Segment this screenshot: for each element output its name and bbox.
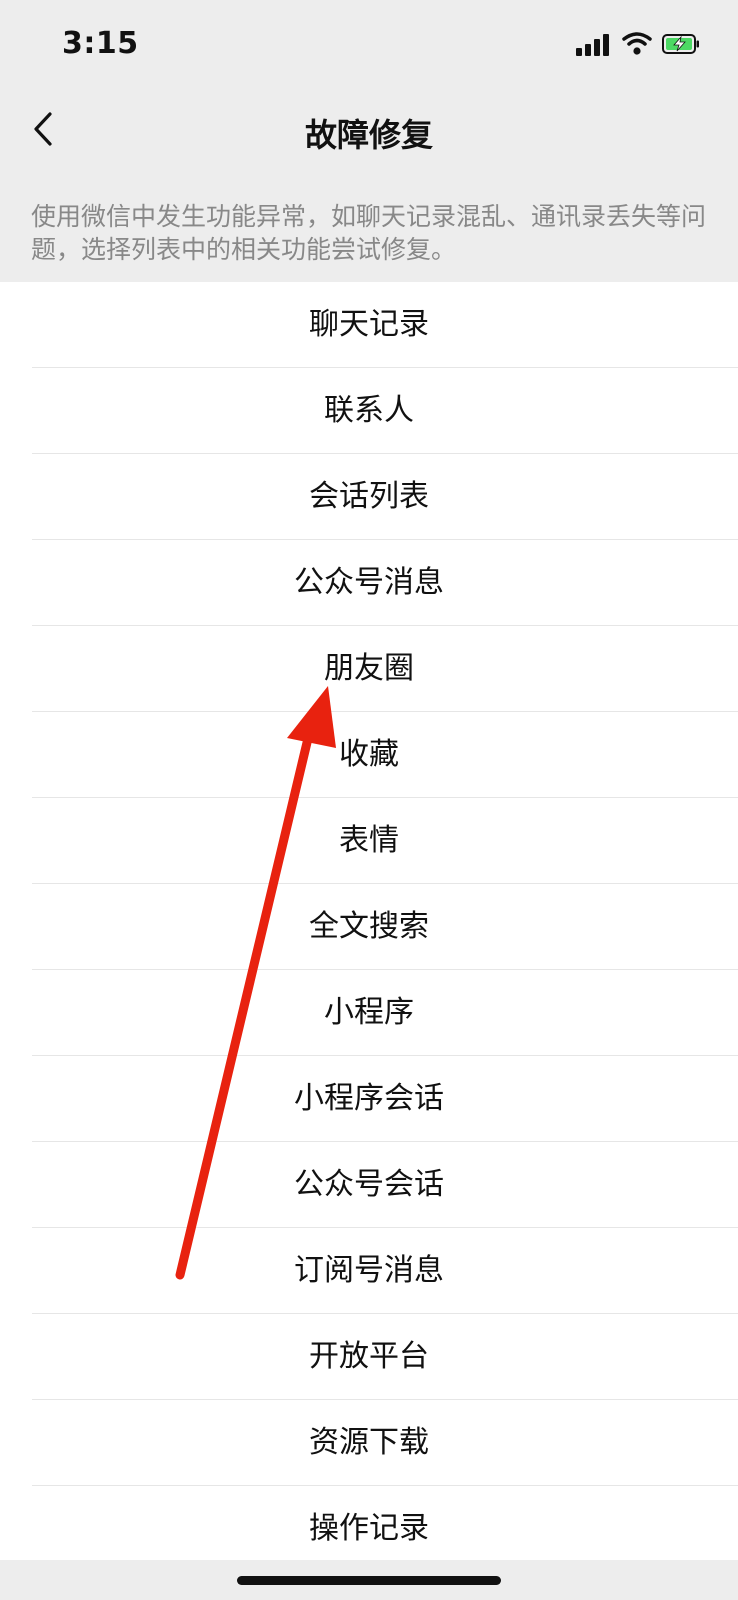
page-title: 故障修复: [304, 116, 433, 154]
status-time: 3:15: [62, 26, 139, 61]
repair-item-moments[interactable]: 朋友圈: [0, 626, 738, 712]
home-bar: [0, 1560, 738, 1600]
wifi-icon: [622, 32, 652, 55]
repair-item-full-text-search[interactable]: 全文搜索: [0, 884, 738, 970]
repair-item-mini-program-chats[interactable]: 小程序会话: [0, 1056, 738, 1142]
navigation-bar: 故障修复: [0, 92, 738, 172]
signal-icon: [576, 34, 612, 56]
repair-item-contacts[interactable]: 联系人: [0, 368, 738, 454]
repair-item-chat-list[interactable]: 会话列表: [0, 454, 738, 540]
repair-item-official-account-messages[interactable]: 公众号消息: [0, 540, 738, 626]
repair-item-chat-history[interactable]: 聊天记录: [0, 282, 738, 368]
repair-item-subscription-messages[interactable]: 订阅号消息: [0, 1228, 738, 1314]
repair-item-mini-programs[interactable]: 小程序: [0, 970, 738, 1056]
page-description: 使用微信中发生功能异常，如聊天记录混乱、通讯录丢失等问题，选择列表中的相关功能尝…: [31, 202, 707, 264]
battery-icon: [662, 34, 699, 54]
repair-item-official-account-chats[interactable]: 公众号会话: [0, 1142, 738, 1228]
repair-option-list: 聊天记录 联系人 会话列表 公众号消息 朋友圈 收藏 表情 全文搜索 小程序 小…: [0, 282, 738, 1560]
repair-item-operation-log[interactable]: 操作记录: [0, 1486, 738, 1560]
repair-item-stickers[interactable]: 表情: [0, 798, 738, 884]
home-indicator[interactable]: [237, 1576, 501, 1585]
repair-item-open-platform[interactable]: 开放平台: [0, 1314, 738, 1400]
repair-item-favorites[interactable]: 收藏: [0, 712, 738, 798]
status-bar: 3:15: [0, 0, 738, 92]
repair-item-resource-download[interactable]: 资源下载: [0, 1400, 738, 1486]
